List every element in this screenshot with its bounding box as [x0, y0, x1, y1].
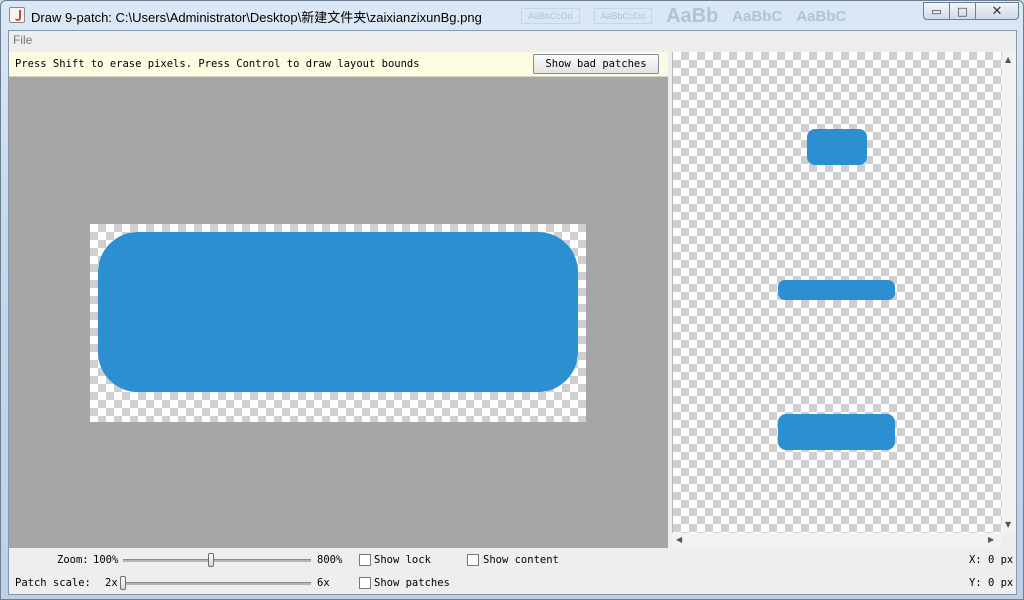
- patch-scale-max-label: 6x: [317, 577, 330, 589]
- ghost-thumb: AaBbC: [732, 7, 783, 25]
- patch-scale-slider-thumb[interactable]: [120, 576, 126, 590]
- maximize-icon: □: [957, 4, 968, 18]
- scroll-right-icon[interactable]: ▶: [988, 535, 994, 545]
- close-button[interactable]: ✕: [975, 2, 1019, 20]
- preview-horizontal-scrollbar[interactable]: ◀ ▶: [672, 533, 1002, 547]
- menu-file[interactable]: File: [13, 33, 32, 47]
- preview-both-stretch: [778, 414, 895, 450]
- show-content-checkbox[interactable]: [467, 554, 479, 566]
- java-app-icon: [9, 7, 25, 23]
- ghost-thumb: AaBbCcDd: [593, 8, 653, 24]
- close-icon: ✕: [991, 3, 1003, 19]
- window-title: Draw 9-patch: C:\Users\Administrator\Des…: [31, 10, 482, 25]
- nine-patch-image: [98, 232, 578, 392]
- show-patches-checkbox[interactable]: [359, 577, 371, 589]
- scroll-corner: [1002, 533, 1016, 547]
- show-patches-label[interactable]: Show patches: [374, 577, 450, 589]
- patch-editor-canvas[interactable]: [9, 77, 668, 548]
- maximize-button[interactable]: □: [949, 2, 975, 20]
- scroll-down-icon[interactable]: ▼: [1005, 520, 1011, 530]
- app-window: Draw 9-patch: C:\Users\Administrator\Des…: [0, 0, 1024, 600]
- title-bar[interactable]: Draw 9-patch: C:\Users\Administrator\Des…: [1, 1, 1023, 30]
- ghost-thumb: AaBbC: [796, 7, 847, 25]
- zoom-min-label: 100%: [93, 554, 119, 566]
- show-lock-label[interactable]: Show lock: [374, 554, 431, 566]
- zoom-max-label: 800%: [317, 554, 343, 566]
- window-controls: ▭ □ ✕: [923, 2, 1019, 20]
- show-content-label[interactable]: Show content: [483, 554, 559, 566]
- background-ghost-thumbnails: AaBbCcDd AaBbCcDd AaBb AaBbC AaBbC: [521, 4, 846, 28]
- scroll-left-icon[interactable]: ◀: [676, 535, 682, 545]
- patch-scale-label: Patch scale:: [15, 577, 91, 589]
- patch-scale-slider[interactable]: [123, 582, 311, 585]
- preview-vertical-scrollbar[interactable]: ▲ ▼: [1002, 52, 1016, 533]
- menu-bar: File: [9, 31, 1016, 51]
- patch-scale-min-label: 2x: [105, 577, 118, 589]
- minimize-button[interactable]: ▭: [923, 2, 949, 20]
- x-coordinate-readout: X: 0 px: [969, 554, 1014, 566]
- y-coordinate-readout: Y: 0 px: [969, 577, 1014, 589]
- zoom-slider[interactable]: [123, 559, 311, 562]
- preview-horizontal-stretch: [778, 280, 895, 300]
- preview-vertical-stretch: [807, 129, 867, 165]
- zoom-label: Zoom:: [57, 554, 89, 566]
- minimize-icon: ▭: [931, 4, 942, 18]
- client-area: File Press Shift to erase pixels. Press …: [8, 30, 1017, 595]
- show-lock-checkbox[interactable]: [359, 554, 371, 566]
- ghost-thumb: AaBbCcDd: [521, 8, 580, 24]
- show-bad-patches-button[interactable]: Show bad patches: [533, 54, 659, 74]
- hint-bar: Press Shift to erase pixels. Press Contr…: [9, 52, 668, 77]
- scroll-up-icon[interactable]: ▲: [1005, 55, 1011, 65]
- image-canvas[interactable]: [90, 224, 586, 422]
- stretch-preview-pane: [672, 52, 1003, 533]
- ghost-thumb: AaBb: [666, 4, 719, 27]
- zoom-slider-thumb[interactable]: [208, 553, 215, 567]
- hint-text: Press Shift to erase pixels. Press Contr…: [15, 58, 420, 70]
- control-panel: Zoom: 100% 800% Show lock Show content X…: [9, 548, 1016, 594]
